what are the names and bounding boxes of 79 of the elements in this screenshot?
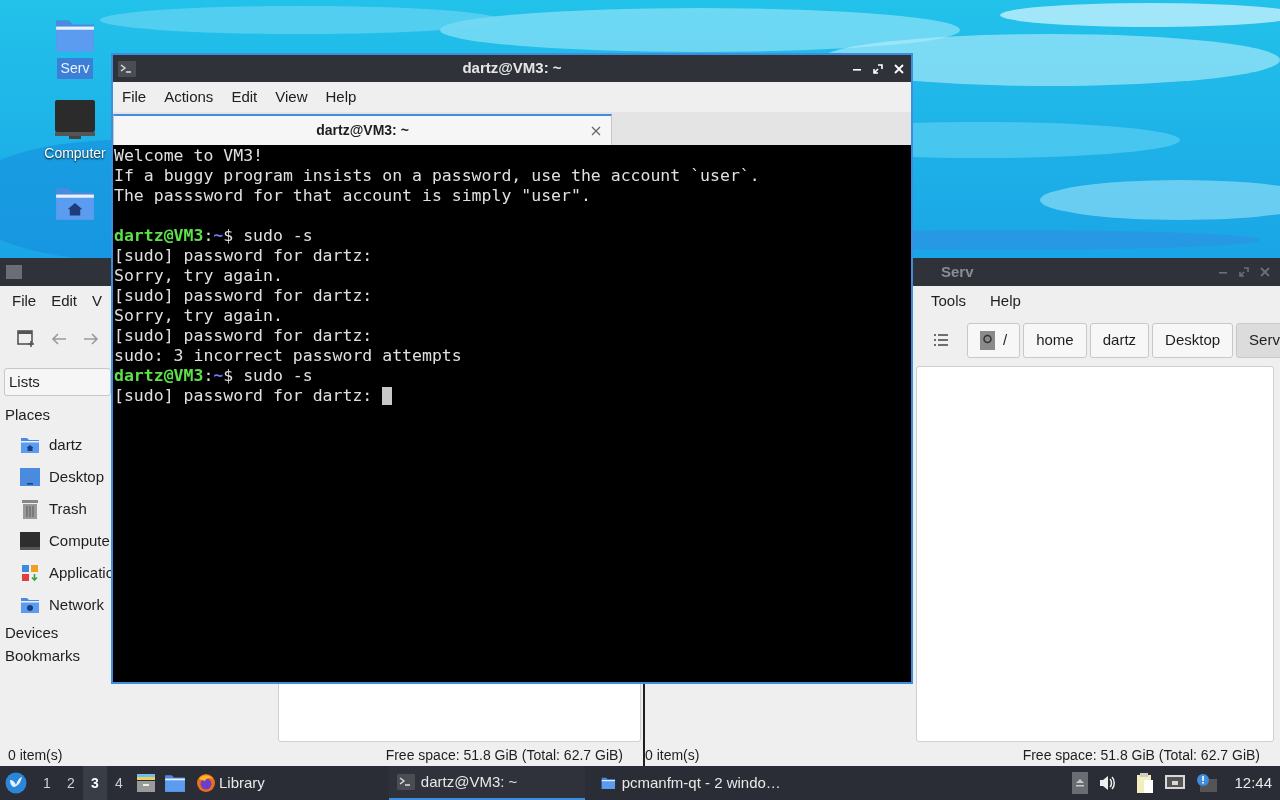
network-folder-icon xyxy=(20,596,40,614)
network-icon[interactable] xyxy=(1164,774,1187,792)
clipboard-icon[interactable] xyxy=(1136,772,1155,794)
terminal-line: Sorry, try again. xyxy=(114,306,283,326)
sidebar-section-heading[interactable]: Devices xyxy=(2,621,59,644)
workspace-button[interactable]: 4 xyxy=(107,766,131,800)
launcher-button[interactable]: Library xyxy=(194,771,267,795)
menu-item[interactable]: Help xyxy=(978,289,1033,313)
terminal-line: If a buggy program insists on a password, use the account `user`. xyxy=(114,166,760,186)
menu-item[interactable]: Edit xyxy=(51,289,78,313)
eject-icon[interactable] xyxy=(1072,772,1089,794)
folder-icon xyxy=(164,773,186,793)
terminal-line: [sudo] password for dartz: xyxy=(114,286,373,306)
start-menu-icon[interactable] xyxy=(5,772,27,794)
monitor-icon xyxy=(20,532,40,550)
menu-item[interactable]: File xyxy=(113,85,156,109)
terminal-line: [sudo] password for dartz: xyxy=(114,246,373,266)
terminal-line: Welcome to VM3! xyxy=(114,146,263,166)
menu-item[interactable]: Edit xyxy=(222,85,267,109)
workspace-button[interactable]: 1 xyxy=(35,766,59,800)
path-button[interactable]: dartz xyxy=(1089,322,1150,358)
workspace-button[interactable]: 3 xyxy=(83,766,107,800)
list-view-icon[interactable] xyxy=(933,333,949,347)
workspace-button[interactable]: 2 xyxy=(59,766,83,800)
sidebar-item[interactable]: Network xyxy=(2,589,104,621)
menu-item[interactable]: Tools xyxy=(919,289,979,313)
status-item-count: 0 item(s) xyxy=(645,745,700,765)
sidebar-item[interactable]: Applicatio xyxy=(2,557,115,589)
volume-icon[interactable] xyxy=(1098,774,1117,792)
sidebar-section-heading[interactable]: Bookmarks xyxy=(2,644,81,667)
terminal-screen[interactable] xyxy=(113,145,911,682)
terminal-line: dartz@VM3:~$ sudo -s xyxy=(114,366,313,386)
terminal-line: Sorry, try again. xyxy=(114,266,283,286)
terminal-line: dartz@VM3:~$ sudo -s xyxy=(114,226,313,246)
sidebar-item[interactable]: dartz xyxy=(2,429,83,461)
restore-icon[interactable] xyxy=(871,61,885,76)
desktop-icon xyxy=(20,468,40,486)
sidebar-item[interactable]: Trash xyxy=(2,493,87,525)
file-cabinet-icon[interactable] xyxy=(136,773,156,793)
menu-item[interactable]: Help xyxy=(316,85,366,109)
desktop-icon-label[interactable]: Serv xyxy=(56,58,94,79)
close-tab-icon[interactable] xyxy=(591,125,601,136)
task-button[interactable]: pcmanfm-qt - 2 windo… xyxy=(592,766,789,800)
menu-item[interactable]: File xyxy=(12,289,37,313)
monitor-icon xyxy=(54,99,96,139)
window-title: dartz@VM3: ~ xyxy=(461,58,563,79)
terminal-icon xyxy=(396,774,415,790)
menu-item[interactable]: Actions xyxy=(155,85,223,109)
terminal-line: sudo: 3 incorrect password attempts xyxy=(114,346,462,366)
status-item-count: 0 item(s) xyxy=(8,745,63,765)
menu-item[interactable]: V xyxy=(92,289,103,313)
path-button[interactable]: Serv xyxy=(1236,322,1280,358)
task-button[interactable]: dartz@VM3: ~ xyxy=(388,766,585,800)
sidebar-item[interactable]: Compute xyxy=(2,525,110,557)
terminal-line: The passsword for that account is simply "user". xyxy=(114,186,591,206)
notification-icon[interactable] xyxy=(1196,773,1219,793)
folder-icon xyxy=(6,265,22,279)
new-tab-icon[interactable] xyxy=(17,330,35,348)
clock[interactable]: 12:44 xyxy=(1234,771,1272,795)
sidebar-item[interactable]: Desktop xyxy=(2,461,105,493)
applications-icon xyxy=(21,564,39,582)
side-pane-mode-dropdown[interactable]: Lists xyxy=(4,368,111,396)
home-folder-icon xyxy=(20,436,40,454)
window-title: Serv xyxy=(941,261,974,282)
terminal-tab[interactable]: dartz@VM3: ~ xyxy=(113,114,612,145)
status-free-space: Free space: 51.8 GiB (Total: 62.7 GiB) xyxy=(1022,745,1260,765)
trash-icon xyxy=(21,499,39,519)
path-button[interactable]: home xyxy=(1023,322,1087,358)
status-free-space: Free space: 51.8 GiB (Total: 62.7 GiB) xyxy=(385,745,623,765)
terminal-icon xyxy=(118,60,136,77)
path-button[interactable]: / xyxy=(967,322,1021,358)
browser-icon xyxy=(196,773,216,793)
close-icon[interactable] xyxy=(892,61,906,76)
menu-item[interactable]: View xyxy=(266,85,317,109)
places-heading: Places xyxy=(4,405,52,425)
terminal-line: [sudo] password for dartz: xyxy=(114,386,374,406)
terminal-line: [sudo] password for dartz: xyxy=(114,326,373,346)
drive-icon xyxy=(980,330,995,350)
path-button[interactable]: Desktop xyxy=(1152,322,1234,358)
